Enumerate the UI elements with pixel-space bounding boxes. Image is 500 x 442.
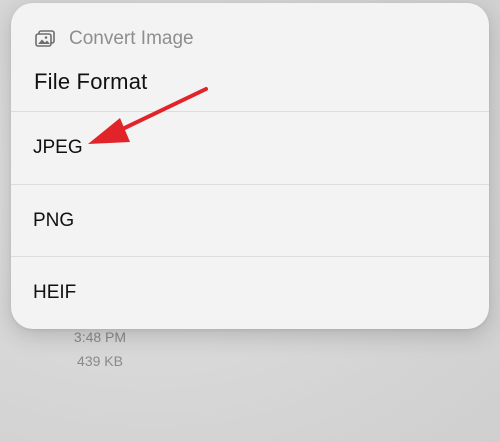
- convert-image-menu: Convert Image File Format JPEG PNG HEIF: [11, 3, 489, 329]
- option-png[interactable]: PNG: [11, 185, 489, 257]
- menu-subtitle: Convert Image: [69, 28, 194, 49]
- background-file-size: 439 KB: [77, 353, 123, 369]
- option-label: HEIF: [33, 282, 77, 303]
- option-label: PNG: [33, 210, 75, 231]
- option-label: JPEG: [33, 137, 83, 158]
- red-arrow-icon: [88, 87, 208, 144]
- photos-icon: [35, 30, 55, 48]
- option-heif[interactable]: HEIF: [11, 257, 489, 329]
- menu-header: Convert Image: [35, 27, 194, 51]
